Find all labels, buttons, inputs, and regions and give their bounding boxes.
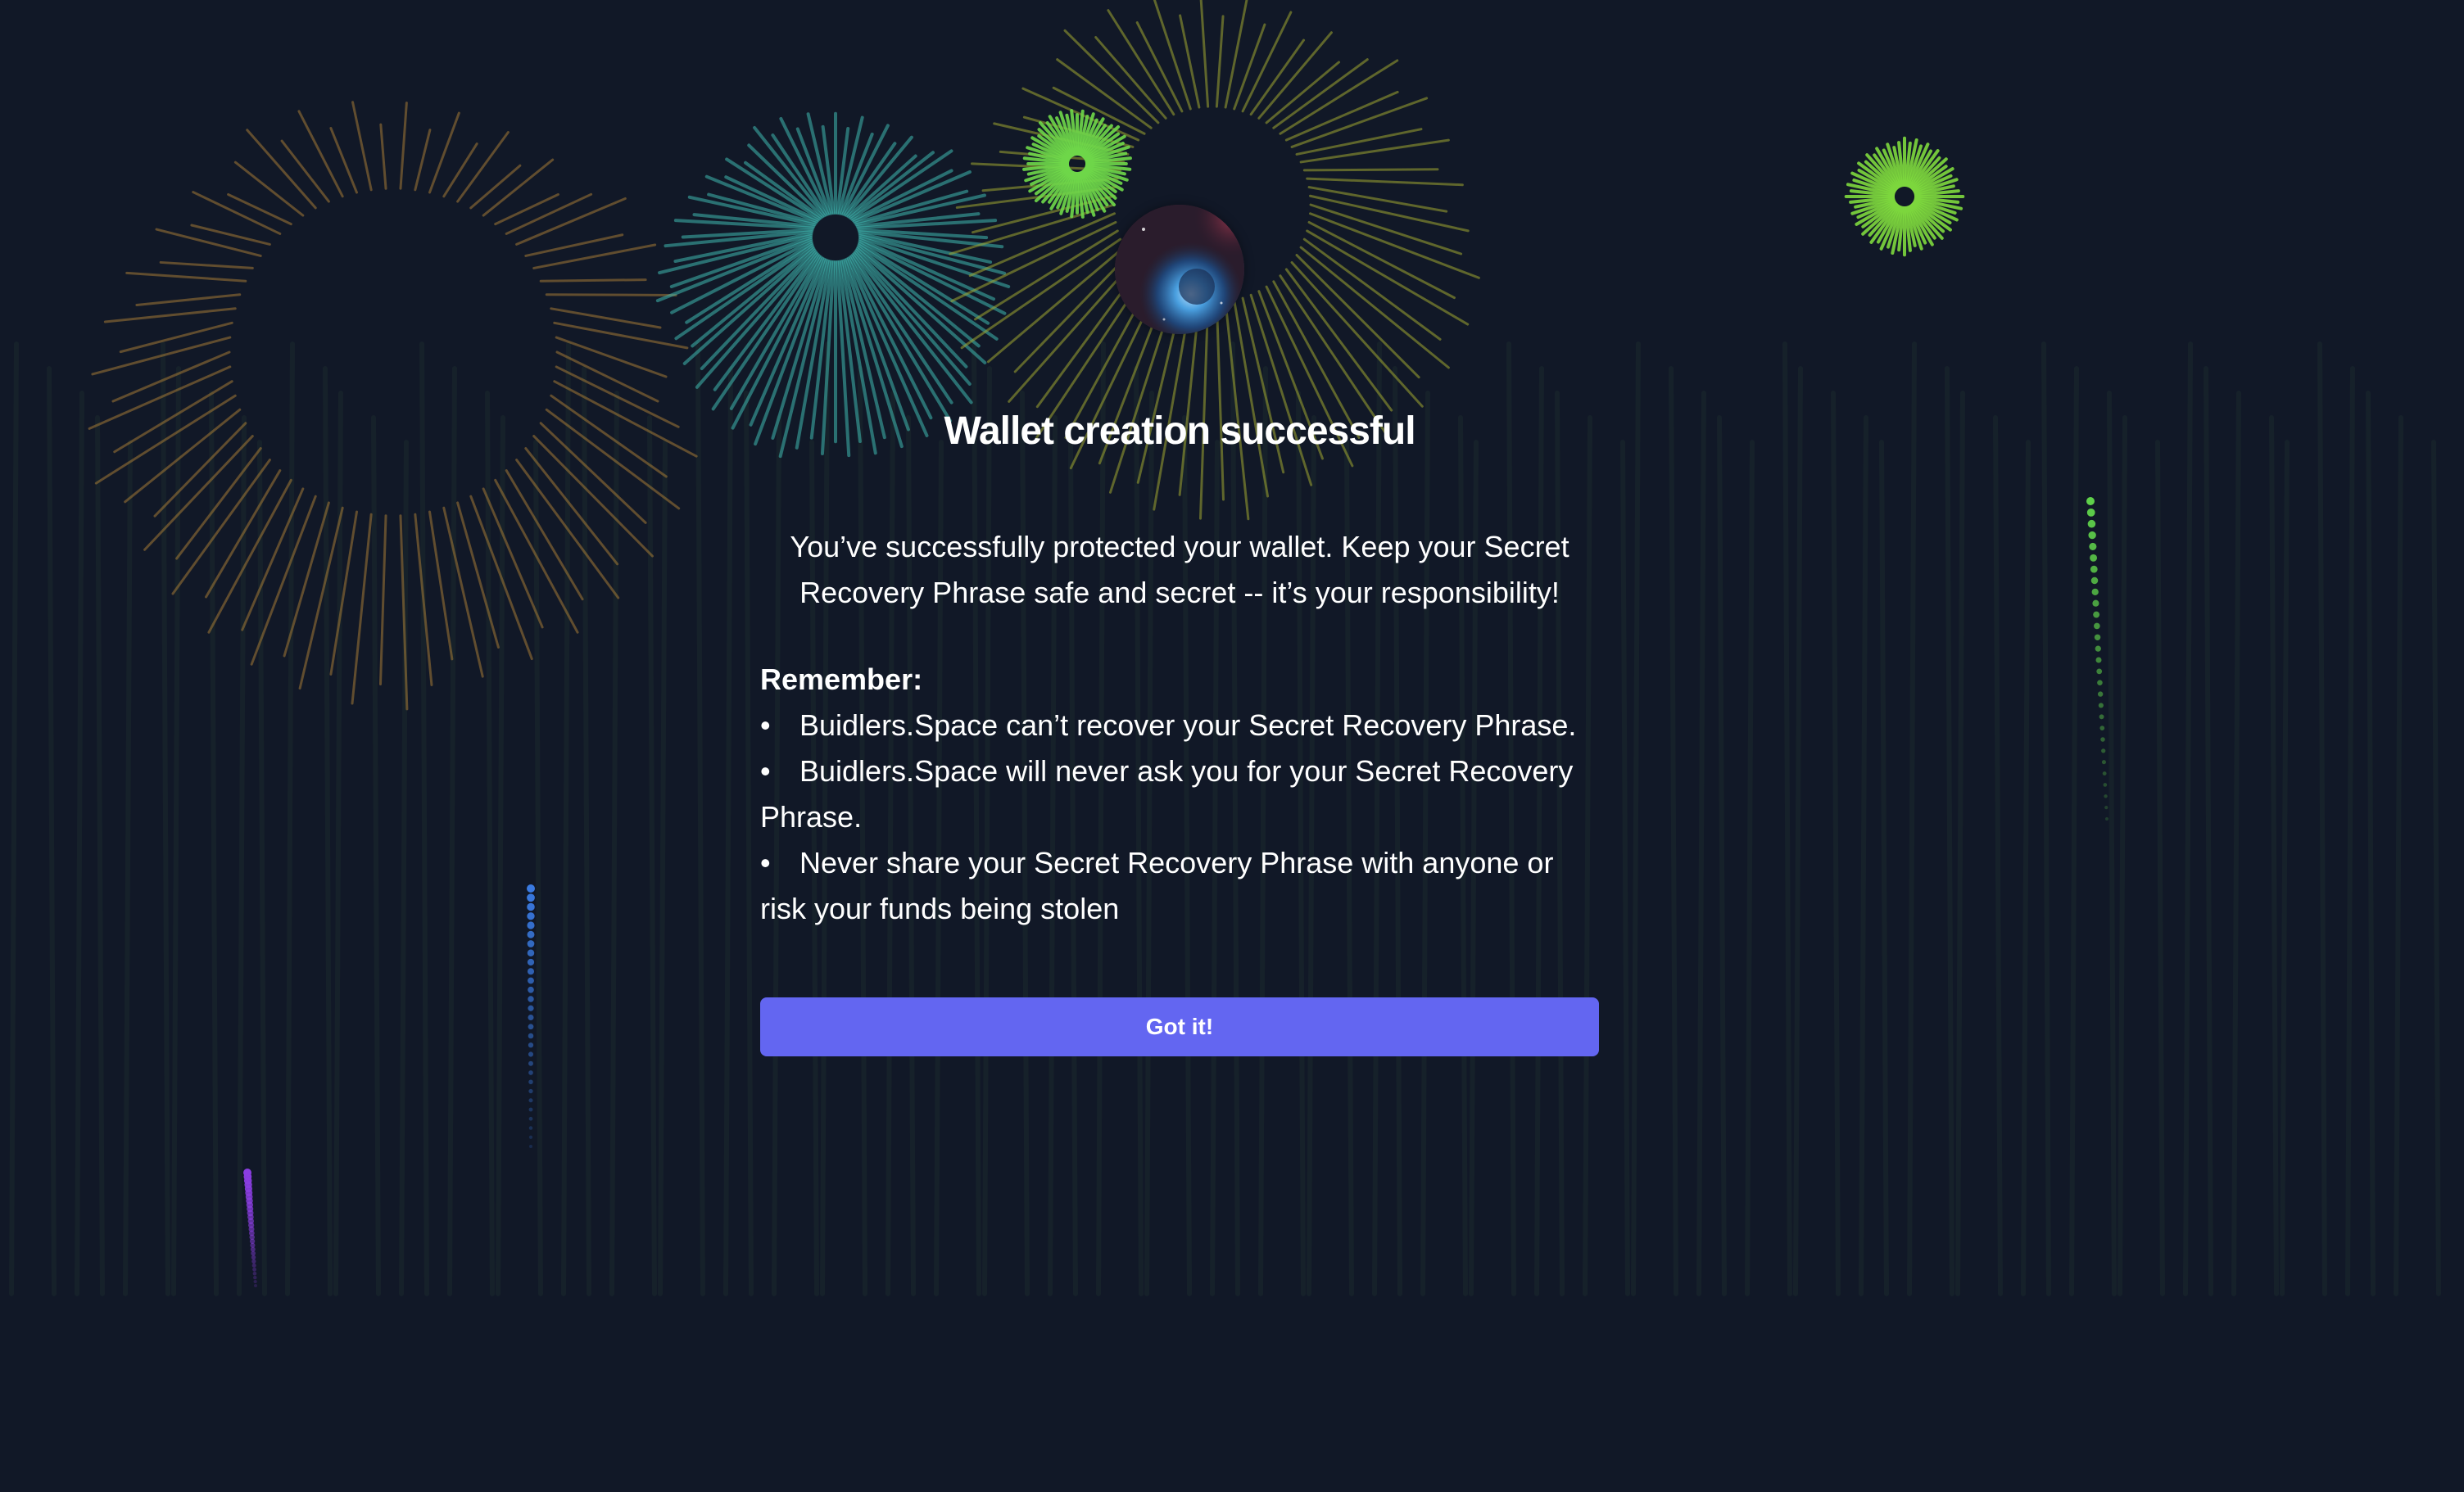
got-it-button[interactable]: Got it! xyxy=(760,997,1599,1056)
firework-burst xyxy=(1022,109,1132,219)
list-item: • Buidlers.Space will never ask you for y… xyxy=(760,748,1599,840)
success-message: You’ve successfully protected your walle… xyxy=(790,530,1569,609)
remember-heading: Remember: xyxy=(760,662,923,696)
bullet-icon: • xyxy=(760,708,771,742)
nebula-avatar-icon xyxy=(1115,205,1244,334)
remember-section: Remember: • Buidlers.Space can’t recover … xyxy=(760,657,1599,932)
firework-rocket xyxy=(243,1169,257,1287)
list-item: • Buidlers.Space can’t recover your Secre… xyxy=(760,703,1599,748)
success-screen: Wallet creation successful You’ve succes… xyxy=(0,0,2464,1492)
page-title: Wallet creation successful xyxy=(944,409,1415,453)
list-item: • Never share your Secret Recovery Phrase… xyxy=(760,840,1599,932)
rule-text: Buidlers.Space will never ask you for yo… xyxy=(760,754,1574,834)
bullet-icon: • xyxy=(760,754,771,788)
bullet-icon: • xyxy=(760,846,771,879)
rule-text: Buidlers.Space can’t recover your Secret… xyxy=(799,708,1577,742)
firework-rocket xyxy=(2086,497,2108,821)
rule-text: Never share your Secret Recovery Phrase … xyxy=(760,846,1554,925)
firework-rocket xyxy=(527,884,535,1148)
firework-burst xyxy=(1844,136,1965,257)
